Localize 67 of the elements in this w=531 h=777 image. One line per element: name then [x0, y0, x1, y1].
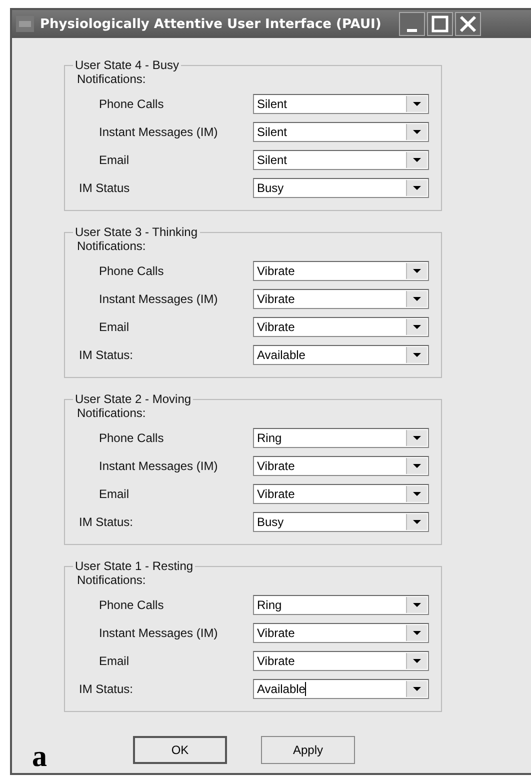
caret-icon	[412, 463, 422, 469]
dropdown-field[interactable]: Vibrate	[253, 651, 429, 671]
field-label: Email	[98, 654, 130, 668]
dropdown-field[interactable]: Vibrate	[253, 261, 429, 281]
field-label: Instant Messages (IM)	[98, 125, 219, 139]
field-label: Phone Calls	[98, 598, 165, 612]
dropdown-field[interactable]: Available	[253, 679, 429, 699]
field-label: Email	[98, 487, 130, 501]
caret-icon	[412, 129, 422, 135]
dropdown-field[interactable]: Vibrate	[253, 484, 429, 504]
caret-icon	[412, 352, 422, 358]
section-label: Notifications:	[77, 239, 147, 253]
maximize-icon	[431, 15, 450, 33]
dropdown-field[interactable]: Available	[253, 345, 429, 365]
caret-icon	[412, 268, 422, 274]
caret-icon	[412, 296, 422, 302]
minimize-icon	[407, 28, 418, 32]
field-label: Phone Calls	[98, 264, 165, 278]
dropdown-field[interactable]: Busy	[253, 512, 429, 532]
caret-icon	[412, 602, 422, 608]
dropdown-field[interactable]: Vibrate	[253, 289, 429, 309]
maximize-button[interactable]	[427, 12, 454, 36]
caret-icon	[412, 686, 422, 692]
dialog-button[interactable]: OK	[133, 736, 227, 764]
caret-icon	[412, 157, 422, 163]
caret-icon	[412, 519, 422, 525]
dropdown-field[interactable]: Ring	[253, 428, 429, 448]
app-icon	[16, 16, 34, 32]
field-label: IM Status:	[78, 682, 134, 696]
caret-icon	[412, 185, 422, 191]
dropdown-field[interactable]: Vibrate	[253, 623, 429, 643]
dropdown-field[interactable]: Ring	[253, 595, 429, 615]
section-label: Notifications:	[77, 406, 147, 420]
field-label: Instant Messages (IM)	[98, 626, 219, 640]
dialog-button[interactable]: Apply	[261, 736, 355, 764]
caret-icon	[412, 101, 422, 107]
field-label: IM Status	[78, 181, 131, 195]
dropdown-field[interactable]: Silent	[253, 150, 429, 170]
window-title: Physiologically Attentive User Interface (PAUI)	[40, 16, 382, 32]
close-icon	[459, 15, 478, 33]
field-label: Phone Calls	[98, 431, 165, 445]
group-title: User State 1 - Resting	[74, 559, 194, 573]
group-title: User State 3 - Thinking	[74, 225, 199, 239]
caret-icon	[412, 324, 422, 330]
caret-icon	[412, 435, 422, 441]
field-label: IM Status:	[78, 348, 134, 362]
field-label: Instant Messages (IM)	[98, 292, 219, 306]
group-title: User State 2 - Moving	[74, 392, 192, 406]
dropdown-field[interactable]: Silent	[253, 122, 429, 142]
group-title: User State 4 - Busy	[74, 58, 180, 72]
section-label: Notifications:	[77, 573, 147, 587]
figure-label: a	[32, 740, 47, 774]
field-label: IM Status:	[78, 515, 134, 529]
section-label: Notifications:	[77, 72, 147, 86]
minimize-button[interactable]	[399, 12, 426, 36]
field-label: Email	[98, 153, 130, 167]
field-label: Email	[98, 320, 130, 334]
field-label: Phone Calls	[98, 97, 165, 111]
dropdown-field[interactable]: Vibrate	[253, 456, 429, 476]
dropdown-field[interactable]: Silent	[253, 94, 429, 114]
caret-icon	[412, 491, 422, 497]
dropdown-field[interactable]: Busy	[253, 178, 429, 198]
caret-icon	[412, 658, 422, 664]
dropdown-field[interactable]: Vibrate	[253, 317, 429, 337]
close-button[interactable]	[455, 12, 482, 36]
field-label: Instant Messages (IM)	[98, 459, 219, 473]
caret-icon	[412, 630, 422, 636]
